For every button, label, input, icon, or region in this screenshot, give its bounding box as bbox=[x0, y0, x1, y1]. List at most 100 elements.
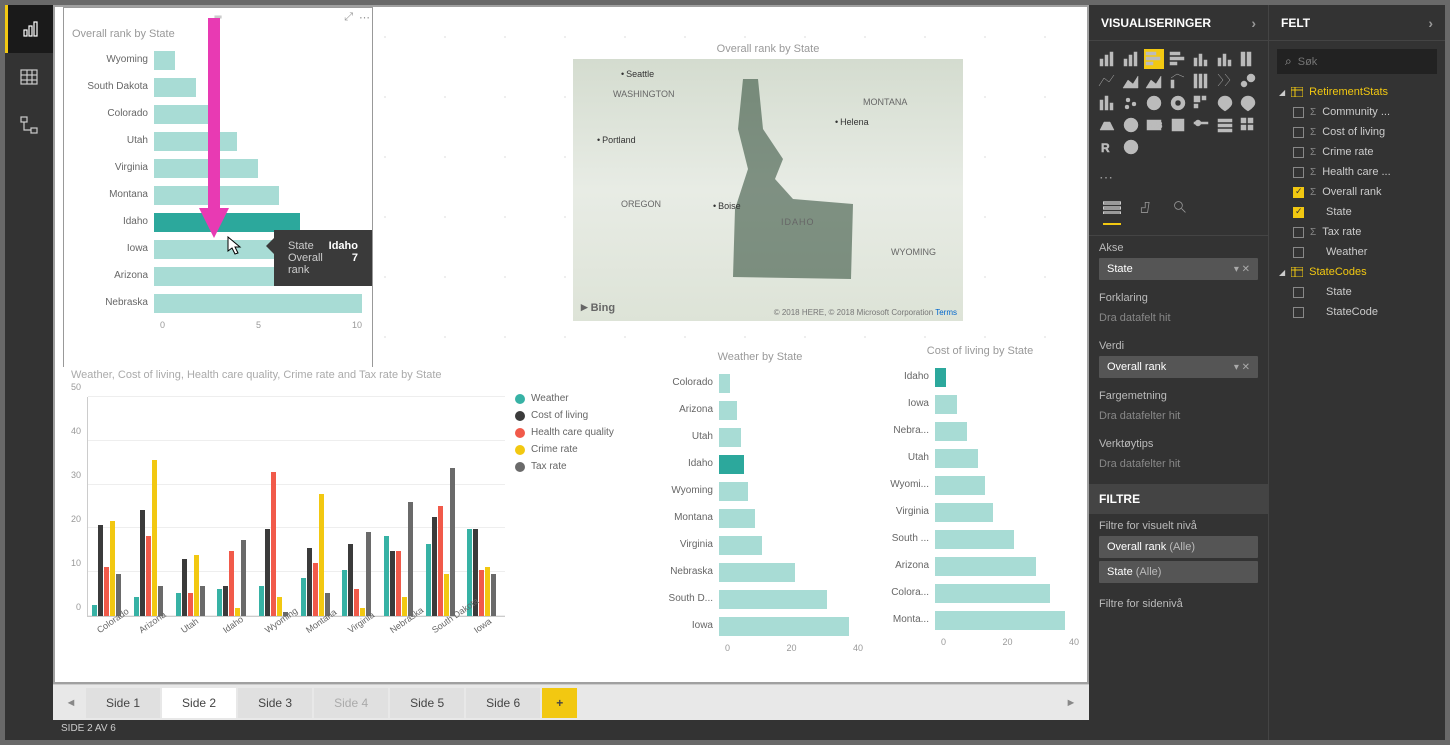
bar-row[interactable]: Virginia bbox=[74, 154, 362, 181]
viz-type-icon[interactable] bbox=[1215, 49, 1235, 69]
tab-prev-button[interactable]: ◄ bbox=[57, 689, 85, 717]
page-tab[interactable]: Side 6 bbox=[466, 688, 540, 718]
legend-item[interactable]: Crime rate bbox=[515, 444, 645, 455]
map-body[interactable]: WASHINGTON MONTANA OREGON IDAHO WYOMING … bbox=[573, 59, 963, 321]
bar-row[interactable]: Virginia bbox=[881, 498, 1079, 525]
viz-type-icon[interactable] bbox=[1168, 49, 1188, 69]
page-tab[interactable]: Side 1 bbox=[86, 688, 160, 718]
checkbox[interactable] bbox=[1293, 107, 1304, 118]
viz-type-icon[interactable] bbox=[1191, 93, 1211, 113]
collapse-icon[interactable]: › bbox=[1428, 15, 1433, 31]
viz-type-icon[interactable]: R bbox=[1097, 137, 1117, 157]
page-tab[interactable]: Side 2 bbox=[162, 688, 236, 718]
viz-type-icon[interactable] bbox=[1121, 71, 1141, 91]
checkbox[interactable] bbox=[1293, 247, 1304, 258]
viz-type-icon[interactable] bbox=[1097, 49, 1117, 69]
bar-row[interactable]: Wyomi... bbox=[881, 471, 1079, 498]
field-item[interactable]: ΣHealth care ... bbox=[1269, 162, 1445, 182]
bar-row[interactable]: Colorado bbox=[657, 369, 863, 396]
bar-row[interactable]: Idaho bbox=[881, 363, 1079, 390]
field-item[interactable]: State bbox=[1269, 202, 1445, 222]
field-item[interactable]: State bbox=[1269, 282, 1445, 302]
viz-type-icon[interactable] bbox=[1144, 49, 1164, 69]
bar-row[interactable]: Utah bbox=[657, 423, 863, 450]
add-page-button[interactable]: + bbox=[542, 688, 577, 718]
page-tab[interactable]: Side 4 bbox=[314, 688, 388, 718]
legend-item[interactable]: Tax rate bbox=[515, 461, 645, 472]
checkbox[interactable] bbox=[1293, 227, 1304, 238]
checkbox[interactable] bbox=[1293, 287, 1304, 298]
data-view-button[interactable] bbox=[5, 53, 53, 101]
visual-map[interactable]: Overall rank by State WASHINGTON MONTANA… bbox=[573, 59, 963, 321]
viz-more-button[interactable]: ⋯ bbox=[1089, 165, 1268, 190]
report-view-button[interactable] bbox=[5, 5, 53, 53]
bar-row[interactable]: Utah bbox=[881, 444, 1079, 471]
bar-row[interactable]: Nebra... bbox=[881, 417, 1079, 444]
field-item[interactable]: ΣCrime rate bbox=[1269, 142, 1445, 162]
viz-type-icon[interactable] bbox=[1144, 71, 1164, 91]
checkbox[interactable] bbox=[1293, 207, 1304, 218]
legend-item[interactable]: Health care quality bbox=[515, 427, 645, 438]
viz-type-icon[interactable] bbox=[1238, 71, 1258, 91]
viz-type-icon[interactable] bbox=[1215, 93, 1235, 113]
drag-handle-icon[interactable]: ═ bbox=[214, 12, 221, 23]
checkbox[interactable] bbox=[1293, 147, 1304, 158]
bar-row[interactable]: South ... bbox=[881, 525, 1079, 552]
visual-cost[interactable]: Cost of living by State IdahoIowaNebra..… bbox=[875, 343, 1085, 679]
viz-type-icon[interactable] bbox=[1215, 71, 1235, 91]
viz-type-icon[interactable] bbox=[1121, 49, 1141, 69]
well-saturation-drop[interactable]: Dra datafelter hit bbox=[1099, 406, 1258, 426]
bar-row[interactable]: Arizona bbox=[881, 552, 1079, 579]
bar-row[interactable]: South Dakota bbox=[74, 73, 362, 100]
bar-row[interactable]: Wyoming bbox=[74, 46, 362, 73]
viz-type-icon[interactable] bbox=[1097, 93, 1117, 113]
field-item[interactable]: ΣCommunity ... bbox=[1269, 102, 1445, 122]
fields-tab[interactable] bbox=[1103, 200, 1121, 225]
well-tooltips-drop[interactable]: Dra datafelter hit bbox=[1099, 454, 1258, 474]
tab-next-button[interactable]: ► bbox=[1057, 689, 1085, 717]
legend-item[interactable]: Cost of living bbox=[515, 410, 645, 421]
bar-row[interactable]: Virginia bbox=[657, 531, 863, 558]
bar-row[interactable]: Arizona bbox=[657, 396, 863, 423]
viz-type-icon[interactable] bbox=[1215, 115, 1235, 135]
visual-clustered[interactable]: Weather, Cost of living, Health care qua… bbox=[63, 367, 645, 657]
more-options-icon[interactable]: ⋯ bbox=[359, 11, 370, 24]
search-fields[interactable]: ⌕ bbox=[1277, 49, 1437, 74]
bar-row[interactable]: Iowa bbox=[881, 390, 1079, 417]
viz-type-icon[interactable] bbox=[1121, 93, 1141, 113]
focus-mode-icon[interactable]: ⤢ bbox=[344, 11, 353, 24]
viz-type-icon[interactable] bbox=[1238, 49, 1258, 69]
page-tab[interactable]: Side 3 bbox=[238, 688, 312, 718]
legend-item[interactable]: Weather bbox=[515, 393, 645, 404]
bar-row[interactable]: Montana bbox=[74, 181, 362, 208]
viz-type-icon[interactable] bbox=[1238, 115, 1258, 135]
viz-type-icon[interactable] bbox=[1121, 115, 1141, 135]
bar-row[interactable]: Utah bbox=[74, 127, 362, 154]
report-canvas[interactable]: ═ ⤢ ⋯ Overall rank by State WyomingSouth… bbox=[55, 7, 1087, 682]
viz-type-icon[interactable] bbox=[1191, 49, 1211, 69]
field-item[interactable]: StateCode bbox=[1269, 302, 1445, 322]
page-tab[interactable]: Side 5 bbox=[390, 688, 464, 718]
viz-type-icon[interactable] bbox=[1144, 93, 1164, 113]
well-legend-drop[interactable]: Dra datafelt hit bbox=[1099, 308, 1258, 328]
search-input[interactable] bbox=[1298, 56, 1429, 68]
field-table-header[interactable]: ◢RetirementStats bbox=[1269, 82, 1445, 102]
bar-row[interactable]: Iowa bbox=[657, 612, 863, 639]
well-value-item[interactable]: Overall rank▾ ✕ bbox=[1099, 356, 1258, 378]
checkbox[interactable] bbox=[1293, 307, 1304, 318]
viz-type-icon[interactable] bbox=[1121, 137, 1141, 157]
field-item[interactable]: ΣCost of living bbox=[1269, 122, 1445, 142]
bar-row[interactable]: Idaho bbox=[657, 450, 863, 477]
viz-type-icon[interactable] bbox=[1191, 115, 1211, 135]
viz-type-icon[interactable] bbox=[1238, 93, 1258, 113]
viz-type-icon[interactable] bbox=[1168, 115, 1188, 135]
filter-item[interactable]: State (Alle) bbox=[1099, 561, 1258, 583]
visual-weather[interactable]: Weather by State ColoradoArizonaUtahIdah… bbox=[651, 349, 869, 679]
field-table-header[interactable]: ◢StateCodes bbox=[1269, 262, 1445, 282]
bar-row[interactable]: Montana bbox=[657, 504, 863, 531]
format-tab[interactable] bbox=[1137, 200, 1155, 225]
bar-row[interactable]: Nebraska bbox=[657, 558, 863, 585]
well-axis-item[interactable]: State▾ ✕ bbox=[1099, 258, 1258, 280]
viz-type-icon[interactable] bbox=[1168, 71, 1188, 91]
bar-row[interactable]: Wyoming bbox=[657, 477, 863, 504]
